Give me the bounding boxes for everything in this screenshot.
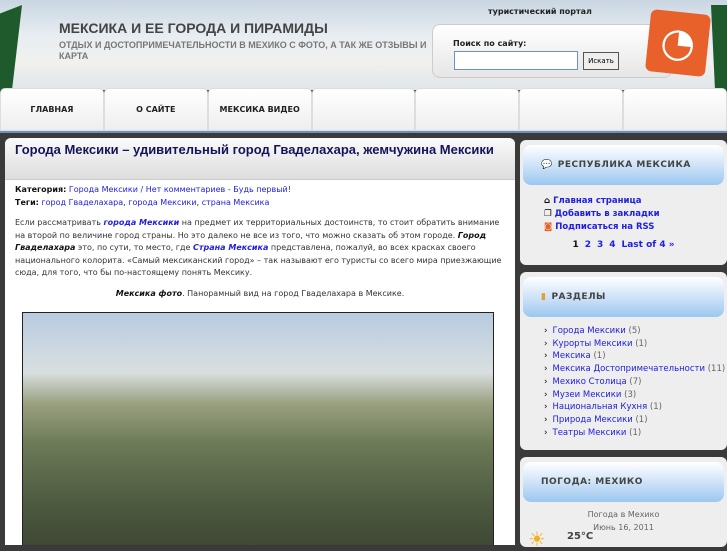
tag-link[interactable]: страна Мексика <box>202 198 270 207</box>
category-count: (1) <box>593 351 606 362</box>
photo-caption: Мексика фото. Панорамный вид на город Гв… <box>15 288 505 301</box>
caption-bold: Мексика фото <box>115 288 183 298</box>
category-link[interactable]: Города Мексики <box>553 326 626 336</box>
tag-link[interactable]: город Гваделахара <box>41 198 123 207</box>
weather-date: Июнь 16, 2011 <box>593 523 654 532</box>
post-meta: Категория: Города Мексики / Нет коммента… <box>15 185 291 207</box>
page-last-link[interactable]: Last of 4 » <box>622 240 675 250</box>
folder-icon: ▮ <box>541 292 547 302</box>
widget-title: ПОГОДА: МЕХИКО <box>541 477 643 487</box>
category-count: (1) <box>635 414 648 425</box>
widget-title: РЕСПУБЛИКА МЕКСИКА <box>557 160 691 170</box>
category-count: (1) <box>629 427 642 438</box>
caption-text: . Панорамный вид на город Гваделахара в … <box>182 288 405 298</box>
inline-link[interactable]: Страна Мексика <box>193 243 268 252</box>
category-link[interactable]: Природа Мексики <box>553 415 633 425</box>
category-label: Категория: <box>15 185 67 194</box>
category-link[interactable]: Мексика <box>553 351 591 361</box>
rss-feed-icon[interactable]: ◔ <box>644 9 712 77</box>
site-description: ОТДЫХ И ДОСТОПРИМЕЧАТЕЛЬНОСТИ В МЕХИКО С… <box>59 40 427 61</box>
city-panorama-photo <box>22 312 494 545</box>
pager: 1 2 3 4 Last of 4 » <box>520 240 727 250</box>
chat-icon: 💬 <box>541 160 553 170</box>
category-item: Театры Мексики (1) <box>544 427 727 440</box>
flag-left-decoration <box>0 5 22 90</box>
widget-weather: ПОГОДА: МЕХИКО Погода в Мехико Июнь 16, … <box>520 457 727 551</box>
bookmark-link[interactable]: Добавить в закладки <box>555 209 660 219</box>
site-header: МЕКСИКА И ЕЕ ГОРОДА И ПИРАМИДЫ ОТДЫХ И Д… <box>0 0 727 90</box>
category-count: (3) <box>624 389 637 400</box>
category-link[interactable]: Национальная Кухня <box>553 402 648 412</box>
bookmark-icon: ❐ <box>544 209 552 219</box>
category-count: (1) <box>635 338 648 349</box>
category-link[interactable]: Курорты Мексики <box>553 339 633 349</box>
site-title[interactable]: МЕКСИКА И ЕЕ ГОРОДА И ПИРАМИДЫ <box>59 20 328 36</box>
text: Если рассматривать <box>15 218 104 227</box>
category-item: Природа Мексики (1) <box>544 414 727 427</box>
nav-tab-about[interactable]: О САЙТЕ <box>103 88 208 131</box>
category-item: Мехико Столица (7) <box>544 376 727 389</box>
nav-tab-video[interactable]: МЕКСИКА ВИДЕО <box>207 88 312 131</box>
page-link[interactable]: 2 <box>585 240 591 250</box>
category-item: Города Мексики (5) <box>544 325 727 338</box>
category-item: Музеи Мексики (3) <box>544 389 727 402</box>
page-current: 1 <box>572 240 579 250</box>
category-count: (5) <box>628 326 641 336</box>
sun-cloud-icon: ☀ <box>528 527 546 551</box>
widget-title: РАЗДЕЛЫ <box>551 292 606 302</box>
category-item: Курорты Мексики (1) <box>544 338 727 351</box>
category-count: (11) <box>707 364 726 375</box>
page-link[interactable]: 3 <box>597 240 603 250</box>
search-box: Поиск по сайту: Искать <box>432 24 672 78</box>
nav-tab-empty[interactable] <box>311 88 416 131</box>
comments-link[interactable]: Нет комментариев - Будь первый! <box>146 185 291 194</box>
page-link[interactable]: 4 <box>609 240 615 250</box>
category-link[interactable]: Мехико Столица <box>553 377 627 387</box>
nav-tab-empty[interactable] <box>519 88 624 131</box>
widget-sections: ▮РАЗДЕЛЫ Города Мексики (5)Курорты Мекси… <box>520 272 727 450</box>
nav-tab-empty[interactable] <box>415 88 520 131</box>
category-link[interactable]: Города Мексики <box>69 185 138 194</box>
post-title[interactable]: Города Мексики – удивительный город Гвад… <box>15 141 505 159</box>
inline-link[interactable]: города Мексики <box>104 218 180 227</box>
category-count: (1) <box>649 402 662 413</box>
rss-link[interactable]: Подписаться на RSS <box>555 222 654 232</box>
text: это, по сути, то место, где <box>75 243 194 252</box>
search-button[interactable]: Искать <box>583 52 619 70</box>
main-nav: ГЛАВНАЯ О САЙТЕ МЕКСИКА ВИДЕО <box>0 88 727 133</box>
category-link[interactable]: Музеи Мексики <box>553 390 622 400</box>
category-item: Национальная Кухня (1) <box>544 401 727 414</box>
post-body: Если рассматривать города Мексики на пре… <box>5 209 515 300</box>
post-header: Города Мексики – удивительный город Гвад… <box>5 138 515 180</box>
tags-label: Теги: <box>15 198 39 207</box>
home-icon: ⌂ <box>544 196 551 206</box>
search-input[interactable] <box>454 51 578 70</box>
category-item: Мексика Достопримечательности (11) <box>544 363 727 376</box>
portal-label: туристический портал <box>488 7 592 16</box>
weather-location: Погода в Мехико <box>587 510 660 519</box>
category-item: Мексика (1) <box>544 350 727 363</box>
category-list: Города Мексики (5)Курорты Мексики (1)Мек… <box>520 317 727 439</box>
tag-link[interactable]: города Мексики <box>128 198 196 207</box>
search-label: Поиск по сайту: <box>453 39 527 48</box>
home-link[interactable]: Главная страница <box>553 196 641 206</box>
nav-tab-empty[interactable] <box>623 88 727 131</box>
post: Города Мексики – удивительный город Гвад… <box>5 138 515 545</box>
category-count: (7) <box>629 376 642 387</box>
nav-tab-home[interactable]: ГЛАВНАЯ <box>0 88 104 131</box>
weather-temperature: 25°C <box>567 531 594 542</box>
category-link[interactable]: Театры Мексики <box>553 428 627 438</box>
widget-republic: 💬 РЕСПУБЛИКА МЕКСИКА ⌂ Главная страница ❐… <box>520 140 727 265</box>
category-link[interactable]: Мексика Достопримечательности <box>553 364 706 374</box>
rss-icon: ◙ <box>544 222 553 232</box>
